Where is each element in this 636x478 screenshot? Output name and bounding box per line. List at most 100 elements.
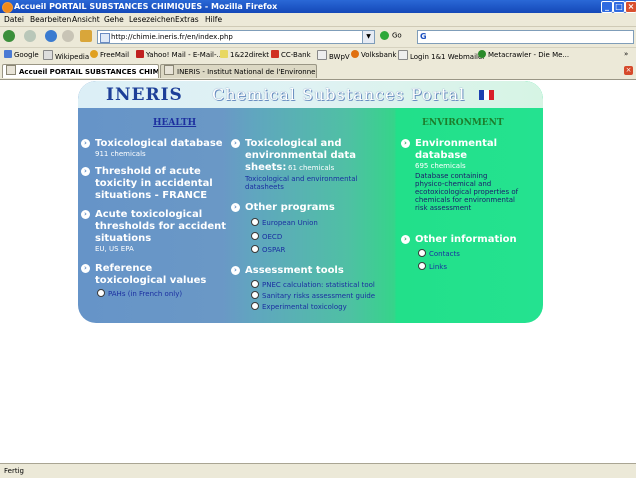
menu-hilfe[interactable]: Hilfe bbox=[205, 15, 222, 24]
datasheets-link-line-1[interactable]: Toxicological and environmental bbox=[245, 175, 358, 183]
close-tab-icon[interactable]: × bbox=[624, 66, 633, 75]
arrow-bullet-icon: › bbox=[81, 167, 90, 176]
threshold-line-3[interactable]: situations - FRANCE bbox=[95, 190, 207, 201]
bookmark-volksbank[interactable]: Volksbank bbox=[351, 50, 396, 59]
env-db-line-2[interactable]: database bbox=[415, 150, 467, 161]
bookmark-metacrawler[interactable]: Metacrawler - Die Me... bbox=[478, 50, 569, 59]
url-dropdown-icon[interactable]: ▼ bbox=[362, 31, 374, 43]
search-input[interactable]: G bbox=[417, 30, 634, 44]
menu-lesezeichen[interactable]: Lesezeichen bbox=[129, 15, 175, 24]
bookmark-freemail[interactable]: FreeMail bbox=[90, 50, 129, 59]
maximize-button[interactable]: □ bbox=[613, 1, 625, 13]
close-window-button[interactable]: × bbox=[625, 1, 636, 13]
acute-thresholds-line-1[interactable]: Acute toxicological bbox=[95, 209, 202, 220]
env-db-count: 695 chemicals bbox=[415, 162, 466, 170]
oecd-link[interactable]: OECD bbox=[251, 232, 282, 241]
metacrawler-icon bbox=[478, 50, 486, 58]
ineris-logo[interactable]: INERIS bbox=[106, 85, 183, 105]
assessment-tools-title[interactable]: Assessment tools bbox=[245, 265, 344, 276]
radio-bullet-icon bbox=[251, 280, 259, 288]
arrow-bullet-icon: › bbox=[81, 210, 90, 219]
threshold-line-2[interactable]: toxicity in accidental bbox=[95, 178, 213, 189]
portal-title: Chemical Substances Portal bbox=[212, 85, 466, 104]
window-title: Accueil PORTAIL SUBSTANCES CHIMIQUES - M… bbox=[14, 2, 278, 11]
page-icon bbox=[317, 50, 327, 60]
environment-heading[interactable]: ENVIRONMENT bbox=[422, 118, 504, 128]
menu-datei[interactable]: Datei bbox=[4, 15, 24, 24]
sanitary-risks-guide-link[interactable]: Sanitary risks assessment guide bbox=[251, 291, 375, 300]
tab-page-icon bbox=[6, 65, 16, 75]
arrow-bullet-icon: › bbox=[401, 139, 410, 148]
radio-bullet-icon bbox=[251, 218, 259, 226]
radio-bullet-icon bbox=[251, 232, 259, 240]
url-bar[interactable]: http://chimie.ineris.fr/en/index.php ▼ bbox=[97, 30, 375, 44]
page-content: INERIS Chemical Substances Portal HEALTH… bbox=[0, 80, 636, 462]
back-icon[interactable] bbox=[3, 30, 15, 42]
ospar-link[interactable]: OSPAR bbox=[251, 245, 285, 254]
yahoo-icon bbox=[136, 50, 144, 58]
datasheets-line-1[interactable]: Toxicological and bbox=[245, 138, 342, 149]
firefox-icon bbox=[2, 2, 13, 13]
bookmark-wikipedia[interactable]: Wikipedia bbox=[43, 50, 89, 61]
env-db-line-1[interactable]: Environmental bbox=[415, 138, 497, 149]
datasheets-line-2[interactable]: environmental data bbox=[245, 150, 356, 161]
menu-ansicht[interactable]: Ansicht bbox=[72, 15, 100, 24]
acute-thresholds-line-2[interactable]: thresholds for accident bbox=[95, 221, 226, 232]
european-union-link[interactable]: European Union bbox=[251, 218, 318, 227]
bookmark-cc-bank[interactable]: CC-Bank bbox=[271, 50, 311, 59]
threshold-line-1[interactable]: Threshold of acute bbox=[95, 166, 201, 177]
minimize-button[interactable]: _ bbox=[601, 1, 613, 13]
datasheets-link-line-2[interactable]: datasheets bbox=[245, 183, 284, 191]
menu-bearbeiten[interactable]: Bearbeiten bbox=[30, 15, 71, 24]
search-engine-icon: G bbox=[420, 32, 427, 41]
tab-accueil[interactable]: Accueil PORTAIL SUBSTANCES CHIMI... bbox=[2, 64, 159, 78]
google-icon bbox=[4, 50, 12, 58]
french-flag-icon[interactable] bbox=[479, 90, 494, 100]
arrow-bullet-icon: › bbox=[81, 264, 90, 273]
toxicological-database-count: 911 chemicals bbox=[95, 150, 146, 158]
reference-values-line-2[interactable]: toxicological values bbox=[95, 275, 206, 286]
radio-bullet-icon bbox=[251, 291, 259, 299]
bookmarks-toolbar: Google Wikipedia FreeMail Yahoo! Mail - … bbox=[0, 47, 636, 63]
other-programs-title[interactable]: Other programs bbox=[245, 202, 335, 213]
bookmark-login-webmailer[interactable]: Login 1&1 Webmailer bbox=[398, 50, 485, 61]
links-link[interactable]: Links bbox=[418, 262, 447, 271]
tab-page-icon bbox=[164, 65, 174, 75]
toxicological-database-link[interactable]: Toxicological database bbox=[95, 138, 223, 149]
menu-gehe[interactable]: Gehe bbox=[104, 15, 124, 24]
pnec-calculation-link[interactable]: PNEC calculation: statistical tool bbox=[251, 280, 375, 289]
experimental-toxicology-link[interactable]: Experimental toxicology bbox=[251, 302, 347, 311]
freemail-icon bbox=[90, 50, 98, 58]
go-icon bbox=[380, 31, 389, 40]
pahs-link[interactable]: PAHs (in French only) bbox=[97, 289, 182, 298]
arrow-bullet-icon: › bbox=[401, 235, 410, 244]
url-text: http://chimie.ineris.fr/en/index.php bbox=[111, 33, 233, 41]
other-information-title[interactable]: Other information bbox=[415, 234, 517, 245]
bookmark-bwpv[interactable]: BWpV bbox=[317, 50, 350, 61]
home-icon[interactable] bbox=[80, 30, 92, 42]
menu-extras[interactable]: Extras bbox=[175, 15, 199, 24]
forward-icon[interactable] bbox=[24, 30, 36, 42]
page-icon bbox=[100, 33, 110, 43]
arrow-bullet-icon: › bbox=[231, 203, 240, 212]
reload-icon[interactable] bbox=[45, 30, 57, 42]
contacts-link[interactable]: Contacts bbox=[418, 249, 460, 258]
datasheets-line-3[interactable]: sheets: bbox=[245, 162, 286, 173]
acute-thresholds-line-3[interactable]: situations bbox=[95, 233, 151, 244]
radio-bullet-icon bbox=[97, 289, 105, 297]
cc-bank-icon bbox=[271, 50, 279, 58]
health-heading[interactable]: HEALTH bbox=[153, 118, 196, 128]
bookmark-google[interactable]: Google bbox=[4, 50, 39, 59]
portal-panel: INERIS Chemical Substances Portal HEALTH… bbox=[78, 81, 543, 323]
stop-icon[interactable] bbox=[62, 30, 74, 42]
arrow-bullet-icon: › bbox=[231, 266, 240, 275]
reference-values-line-1[interactable]: Reference bbox=[95, 263, 152, 274]
page-icon bbox=[398, 50, 408, 60]
bookmarks-overflow-icon[interactable]: » bbox=[624, 50, 628, 58]
tab-ineris[interactable]: INERIS - Institut National de l'Environn… bbox=[160, 64, 317, 78]
portal-header: INERIS Chemical Substances Portal bbox=[78, 81, 543, 108]
bookmark-1822direkt[interactable]: 1&22direkt bbox=[220, 50, 269, 59]
bookmark-yahoo-mail[interactable]: Yahoo! Mail - E-Mail-... bbox=[136, 50, 223, 59]
go-button[interactable]: Go bbox=[380, 31, 402, 40]
env-db-description: Database containing physico-chemical and… bbox=[415, 172, 519, 212]
